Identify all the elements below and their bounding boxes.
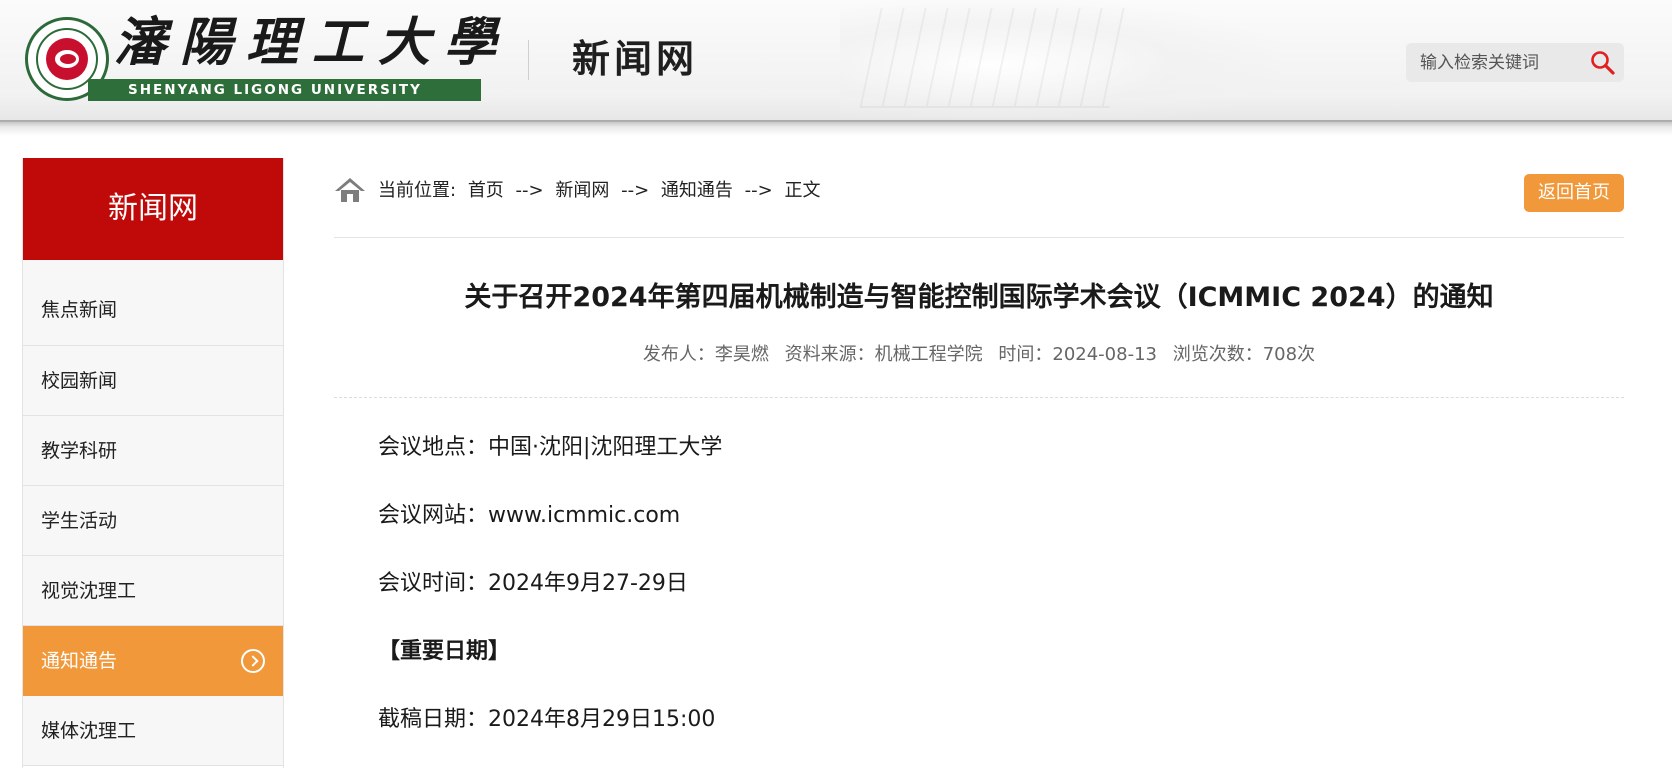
paragraph-venue: 会议地点：中国·沈阳|沈阳理工大学 — [378, 435, 723, 460]
sidebar: 新闻网 焦点新闻 校园新闻 教学科研 学生活动 视觉沈理工 通知通告 媒体沈理工 — [22, 158, 284, 768]
university-logo-english[interactable]: SHENYANG LIGONG UNIVERSITY — [88, 79, 481, 101]
sidebar-item-label: 通知通告 — [41, 650, 118, 672]
breadcrumb-notices[interactable]: 通知通告 — [661, 180, 733, 201]
book-page-decoration — [859, 8, 1131, 108]
sidebar-item-focus-news[interactable]: 焦点新闻 — [23, 260, 283, 346]
sidebar-item-student-activities[interactable]: 学生活动 — [23, 486, 283, 556]
search-box — [1406, 43, 1624, 82]
breadcrumb: 当前位置: 首页 --> 新闻网 --> 通知通告 --> 正文 — [378, 176, 826, 206]
site-header: 瀋陽理工大學 SHENYANG LIGONG UNIVERSITY 新闻网 — [0, 0, 1672, 122]
back-home-button[interactable]: 返回首页 — [1524, 174, 1624, 212]
meta-time: 时间：2024-08-13 — [998, 344, 1157, 365]
article-title: 关于召开2024年第四届机械制造与智能控制国际学术会议（ICMMIC 2024）… — [464, 282, 1494, 313]
meta-views: 浏览次数：708次 — [1172, 344, 1316, 365]
meta-source: 资料来源：机械工程学院 — [784, 344, 983, 365]
search-input[interactable] — [1420, 43, 1580, 82]
breadcrumb-news[interactable]: 新闻网 — [555, 180, 609, 201]
header-divider — [528, 40, 529, 80]
sidebar-item-label: 学生活动 — [41, 510, 118, 532]
breadcrumb-row: 当前位置: 首页 --> 新闻网 --> 通知通告 --> 正文 返回首页 — [334, 174, 1624, 238]
breadcrumb-prefix: 当前位置: — [378, 180, 457, 201]
sidebar-item-label: 视觉沈理工 — [41, 580, 137, 602]
university-logo-text[interactable]: 瀋陽理工大學 — [114, 12, 496, 74]
chevron-right-circle-icon — [241, 649, 265, 673]
paragraph-important-dates: 【重要日期】 — [378, 639, 511, 664]
sidebar-item-label: 媒体沈理工 — [41, 720, 137, 742]
search-button[interactable] — [1588, 48, 1618, 78]
sidebar-item-campus-news[interactable]: 校园新闻 — [23, 346, 283, 416]
sidebar-item-label: 教学科研 — [41, 440, 118, 462]
breadcrumb-home[interactable]: 首页 — [468, 180, 504, 201]
breadcrumb-separator: --> — [621, 180, 650, 201]
sidebar-item-teaching-research[interactable]: 教学科研 — [23, 416, 283, 486]
site-name[interactable]: 新闻网 — [572, 34, 698, 84]
home-icon — [335, 178, 365, 202]
paragraph-deadline: 截稿日期：2024年8月29日15:00 — [378, 707, 716, 732]
meta-publisher: 发布人：李昊燃 — [642, 344, 769, 365]
sidebar-item-visual[interactable]: 视觉沈理工 — [23, 556, 283, 626]
sidebar-item-label: 焦点新闻 — [41, 299, 118, 321]
breadcrumb-current: 正文 — [784, 180, 821, 201]
sidebar-item-media[interactable]: 媒体沈理工 — [23, 696, 283, 766]
sidebar-title: 新闻网 — [23, 158, 283, 260]
article-meta: 发布人：李昊燃 资料来源：机械工程学院 时间：2024-08-13 浏览次数：7… — [334, 340, 1624, 370]
paragraph-time: 会议时间：2024年9月27-29日 — [378, 571, 688, 596]
meta-divider — [334, 397, 1624, 398]
sidebar-item-label: 校园新闻 — [41, 370, 118, 392]
search-icon — [1591, 51, 1615, 75]
breadcrumb-separator: --> — [744, 180, 773, 201]
sidebar-item-notices[interactable]: 通知通告 — [23, 626, 283, 696]
breadcrumb-separator: --> — [515, 180, 544, 201]
header-shadow — [0, 120, 1672, 136]
paragraph-website: 会议网站：www.icmmic.com — [378, 503, 681, 528]
